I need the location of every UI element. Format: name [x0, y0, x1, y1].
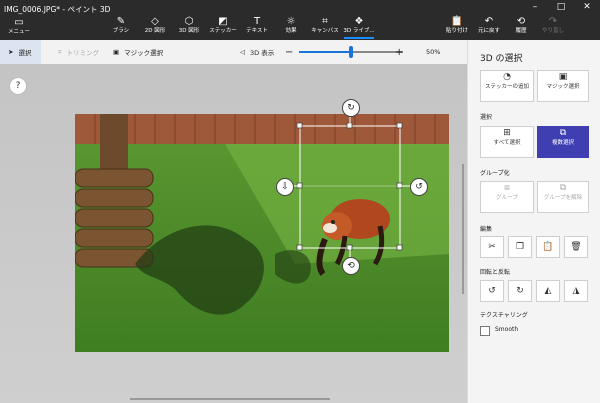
3d-view-icon: ◁: [240, 48, 245, 56]
rotate-z-handle-icon[interactable]: ↺: [410, 178, 428, 196]
paste-icon: 📋: [450, 16, 464, 27]
minimize-icon[interactable]: –: [522, 0, 548, 14]
selection-section-label: 選択: [480, 114, 493, 121]
delete-icon[interactable]: 🗑: [564, 236, 588, 258]
redo-icon: ↷: [548, 16, 558, 27]
tab-brush[interactable]: ✎ ブラシ: [104, 16, 138, 35]
panel-title: 3D の選択: [480, 54, 523, 64]
flip-vertical-icon[interactable]: ◮: [564, 280, 588, 302]
edit-section-label: 編集: [480, 226, 493, 233]
group-section-label: グループ化: [480, 170, 510, 177]
app-toolbar: IMG_0006.JPG* - ペイント 3D – □ ✕ ▭ メニュー ✎ ブラ…: [0, 0, 600, 40]
zoom-slider-thumb[interactable]: [349, 46, 353, 58]
maximize-icon[interactable]: □: [548, 0, 574, 14]
panel-magic-select-button[interactable]: ▣ マジック選択: [537, 70, 589, 102]
rotate-y-handle-icon[interactable]: ⟲: [342, 257, 360, 275]
magic-select-button[interactable]: ▣ マジック選択: [113, 40, 163, 64]
history-button[interactable]: ⟲ 履歴: [505, 16, 537, 35]
group-icon: ⧈: [504, 183, 510, 193]
sticker-icon: ◩: [218, 16, 228, 27]
tool-tabs: ✎ ブラシ ◇ 2D 図形 ⬡ 3D 図形 ◩ ステッカー T テキスト ☼ 効果 ⌗ キャン…: [104, 16, 376, 35]
rotate-right-icon[interactable]: ↻: [508, 280, 532, 302]
flip-horizontal-icon[interactable]: ◭: [536, 280, 560, 302]
tab-canvas[interactable]: ⌗ キャンバス: [308, 16, 342, 35]
cursor-icon: ➤: [8, 48, 14, 56]
select-tool-button[interactable]: ➤ 選択: [0, 40, 42, 64]
zoom-in-button[interactable]: +: [395, 40, 403, 64]
zoom-percentage: 50%: [426, 48, 441, 56]
multi-select-button[interactable]: ⧉ 複数選択: [537, 126, 589, 158]
3d-shapes-icon: ⬡: [184, 16, 194, 27]
paste-button[interactable]: 📋 貼り付け: [441, 16, 473, 35]
brush-icon: ✎: [116, 16, 126, 27]
menu-button[interactable]: ▭ メニュー: [6, 18, 32, 36]
ungroup-icon: ⧉: [559, 183, 567, 193]
magic-select-icon: ▣: [113, 48, 120, 56]
group-button[interactable]: ⧈ グループ: [480, 181, 534, 213]
select-all-button[interactable]: ⊞ すべて選択: [480, 126, 534, 158]
history-icon: ⟲: [516, 16, 526, 27]
active-tab-indicator: [344, 37, 374, 39]
tab-stickers[interactable]: ◩ ステッカー: [206, 16, 240, 35]
crop-icon: ⌗: [58, 47, 62, 56]
tab-effects[interactable]: ☼ 効果: [274, 16, 308, 35]
canvas-area[interactable]: ? ↻ ⟲ ⇩ ↺: [0, 64, 467, 403]
effects-icon: ☼: [286, 16, 296, 27]
menu-label: メニュー: [7, 29, 30, 35]
folder-icon: ▭: [14, 17, 24, 28]
rotate-flip-section-label: 回転と反転: [480, 269, 511, 276]
close-icon[interactable]: ✕: [574, 0, 600, 14]
rotate-left-icon[interactable]: ↺: [480, 280, 504, 302]
push-back-handle-icon[interactable]: ⇩: [276, 178, 294, 196]
zoom-slider-fill: [299, 51, 351, 53]
undo-icon: ↶: [484, 16, 494, 27]
zoom-slider[interactable]: [299, 46, 403, 58]
canvas-icon: ⌗: [322, 16, 328, 27]
magic-select-icon: ▣: [558, 72, 568, 82]
rotate-x-handle-icon[interactable]: ↻: [342, 99, 360, 117]
3d-select-panel: 3D の選択 ◔ ステッカーの追加 ▣ マジック選択 選択 ⊞ すべて選択 ⧉ …: [467, 40, 600, 403]
vertical-scrollbar[interactable]: [462, 164, 464, 294]
ungroup-button[interactable]: ⧉ グループを解除: [537, 181, 589, 213]
tab-2d-shapes[interactable]: ◇ 2D 図形: [138, 16, 172, 35]
2d-shapes-icon: ◇: [151, 16, 159, 27]
text-icon: T: [253, 16, 261, 27]
horizontal-scrollbar[interactable]: [130, 398, 330, 400]
smooth-checkbox-label: Smooth: [495, 326, 519, 333]
tab-text[interactable]: T テキスト: [240, 16, 274, 35]
paste-icon[interactable]: 📋: [536, 236, 560, 258]
cut-icon[interactable]: ✂: [480, 236, 504, 258]
window-title: IMG_0006.JPG* - ペイント 3D: [4, 5, 111, 14]
smooth-checkbox[interactable]: [480, 326, 490, 336]
3d-library-icon: ❖: [354, 16, 364, 27]
add-sticker-button[interactable]: ◔ ステッカーの追加: [480, 70, 534, 102]
select-all-icon: ⊞: [503, 128, 511, 138]
undo-button[interactable]: ↶ 元に戻す: [473, 16, 505, 35]
history-controls: 📋 貼り付け ↶ 元に戻す ⟲ 履歴 ↷ やり直し: [441, 16, 569, 35]
texturing-section-label: テクスチャリング: [480, 312, 528, 319]
redo-button[interactable]: ↷ やり直し: [537, 16, 569, 35]
selection-toolbar: ➤ 選択 ⌗ トリミング ▣ マジック選択 ◁ 3D 表示 − + 50%: [0, 40, 467, 65]
selection-bounding-box[interactable]: [0, 64, 467, 403]
crop-tool-button[interactable]: ⌗ トリミング: [58, 40, 99, 64]
tab-3d-library[interactable]: ❖ 3D ライブ...: [342, 16, 376, 35]
window-controls: – □ ✕: [522, 0, 600, 14]
3d-view-toggle[interactable]: ◁ 3D 表示: [240, 40, 274, 64]
tab-3d-shapes[interactable]: ⬡ 3D 図形: [172, 16, 206, 35]
zoom-out-button[interactable]: −: [285, 40, 293, 64]
sticker-icon: ◔: [503, 72, 511, 82]
multi-select-icon: ⧉: [559, 128, 567, 138]
copy-icon[interactable]: ❐: [508, 236, 532, 258]
